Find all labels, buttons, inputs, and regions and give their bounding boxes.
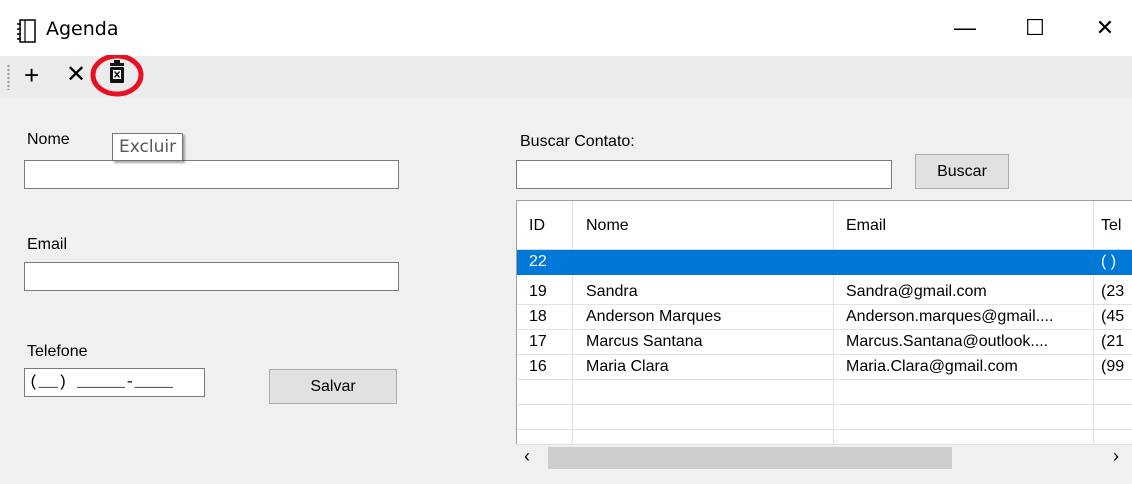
telefone-label: Telefone	[27, 343, 88, 360]
cancel-icon[interactable]: ✕	[66, 60, 86, 90]
cell-tel: (23	[1101, 283, 1125, 300]
table-row[interactable]: 16 Maria Clara Maria.Clara@gmail.com (99	[517, 355, 1132, 380]
close-button[interactable]: ✕	[1070, 4, 1132, 52]
column-header-nome[interactable]: Nome	[586, 217, 629, 235]
cell-id: 18	[529, 308, 547, 325]
cell-nome: Sandra	[586, 283, 638, 300]
cell-id: 19	[529, 283, 547, 300]
cell-tel: (21	[1101, 333, 1125, 350]
buscar-input[interactable]	[516, 160, 892, 189]
nome-input[interactable]	[24, 160, 399, 189]
cell-email: Anderson.marques@gmail....	[846, 308, 1054, 325]
grid-header: ID Nome Email Tel	[517, 201, 1132, 250]
email-input[interactable]	[24, 262, 399, 291]
notebook-icon	[17, 19, 36, 43]
maximize-button[interactable]: ☐	[1000, 4, 1070, 52]
excluir-tooltip: Excluir	[112, 133, 184, 161]
table-row-empty	[517, 380, 1132, 405]
cell-nome: Anderson Marques	[586, 308, 722, 325]
table-row[interactable]: 19 Sandra Sandra@gmail.com (23	[517, 280, 1132, 305]
cell-email: Sandra@gmail.com	[846, 283, 987, 300]
column-header-id[interactable]: ID	[529, 217, 545, 235]
buscar-button[interactable]: Buscar	[915, 154, 1009, 189]
column-header-email[interactable]: Email	[846, 217, 886, 235]
table-row-empty	[517, 405, 1132, 430]
cell-email: Maria.Clara@gmail.com	[846, 358, 1018, 375]
cell-tel: (45	[1101, 308, 1125, 325]
cell-id: 22	[529, 253, 547, 270]
add-icon[interactable]: +	[24, 60, 39, 90]
cell-nome: Marcus Santana	[586, 333, 703, 350]
cell-id: 17	[529, 333, 547, 350]
email-label: Email	[27, 236, 68, 253]
salvar-button[interactable]: Salvar	[269, 369, 397, 404]
cell-email: Marcus.Santana@outlook....	[846, 333, 1049, 350]
cell-tel: ( )	[1101, 253, 1117, 270]
table-row[interactable]: 18 Anderson Marques Anderson.marques@gma…	[517, 305, 1132, 330]
buscar-contato-label: Buscar Contato:	[520, 133, 635, 150]
trash-icon	[110, 60, 124, 83]
contacts-grid[interactable]: ID Nome Email Tel 22 ( ) 19 Sandra Sandr…	[516, 200, 1132, 474]
toolbar	[0, 56, 1132, 98]
delete-button[interactable]	[90, 55, 144, 97]
scroll-right-icon[interactable]: ›	[1113, 446, 1119, 467]
telefone-input[interactable]: (__) _____-____	[24, 368, 205, 397]
cell-tel: (99	[1101, 358, 1125, 375]
table-row[interactable]: 22 ( )	[517, 250, 1132, 275]
nome-label: Nome	[27, 131, 70, 148]
cell-id: 16	[529, 358, 547, 375]
column-header-tel[interactable]: Tel	[1101, 217, 1121, 235]
table-row[interactable]: 17 Marcus Santana Marcus.Santana@outlook…	[517, 330, 1132, 355]
window-title: Agenda	[46, 18, 119, 40]
toolbar-grip[interactable]	[7, 64, 10, 90]
minimize-button[interactable]: —	[930, 4, 1000, 52]
scrollbar-thumb[interactable]	[548, 447, 952, 469]
cell-nome: Maria Clara	[586, 358, 669, 375]
scroll-left-icon[interactable]: ‹	[524, 446, 530, 467]
